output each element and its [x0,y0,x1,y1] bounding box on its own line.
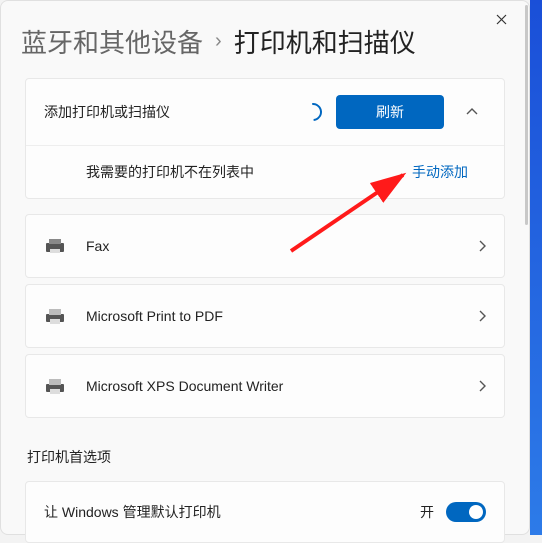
default-printer-toggle-label: 让 Windows 管理默认打印机 [44,502,420,522]
chevron-right-icon: › [215,30,222,53]
printer-name: Fax [86,238,458,254]
chevron-right-icon [478,310,486,322]
printer-not-listed-label: 我需要的打印机不在列表中 [86,162,412,182]
refresh-button[interactable]: 刷新 [336,95,444,129]
window-edge-accent [530,0,542,535]
default-printer-toggle[interactable] [446,502,486,522]
default-printer-toggle-row: 让 Windows 管理默认打印机 开 [25,481,505,543]
toggle-state-text: 开 [420,502,434,522]
scrollbar[interactable] [525,5,528,225]
printer-not-listed-row: 我需要的打印机不在列表中 手动添加 [26,145,504,198]
printer-item-fax[interactable]: Fax [25,214,505,278]
content-area: 添加打印机或扫描仪 刷新 我需要的打印机不在列表中 手动添加 Fax [1,78,529,543]
printer-name: Microsoft Print to PDF [86,308,458,324]
collapse-button[interactable] [458,98,486,126]
loading-spinner-icon [300,99,325,124]
add-printer-row: 添加打印机或扫描仪 刷新 [26,79,504,145]
printer-icon [44,307,66,325]
chevron-right-icon [478,240,486,252]
add-printer-label: 添加打印机或扫描仪 [44,102,290,122]
breadcrumb-parent[interactable]: 蓝牙和其他设备 [21,23,203,60]
close-button[interactable] [481,5,521,33]
preferences-heading: 打印机首选项 [25,421,505,481]
breadcrumb: 蓝牙和其他设备 › 打印机和扫描仪 [1,1,529,78]
chevron-right-icon [478,380,486,392]
fax-icon [44,237,66,255]
add-printer-card: 添加打印机或扫描仪 刷新 我需要的打印机不在列表中 手动添加 [25,78,505,199]
settings-window: 蓝牙和其他设备 › 打印机和扫描仪 添加打印机或扫描仪 刷新 我需要的打印机不在… [0,0,530,535]
printer-name: Microsoft XPS Document Writer [86,378,458,394]
breadcrumb-current: 打印机和扫描仪 [234,23,416,60]
printer-item-xps[interactable]: Microsoft XPS Document Writer [25,354,505,418]
printer-item-pdf[interactable]: Microsoft Print to PDF [25,284,505,348]
close-icon [496,14,507,25]
printer-icon [44,377,66,395]
chevron-up-icon [466,108,478,116]
manual-add-link[interactable]: 手动添加 [412,162,468,182]
spacer [25,202,505,214]
